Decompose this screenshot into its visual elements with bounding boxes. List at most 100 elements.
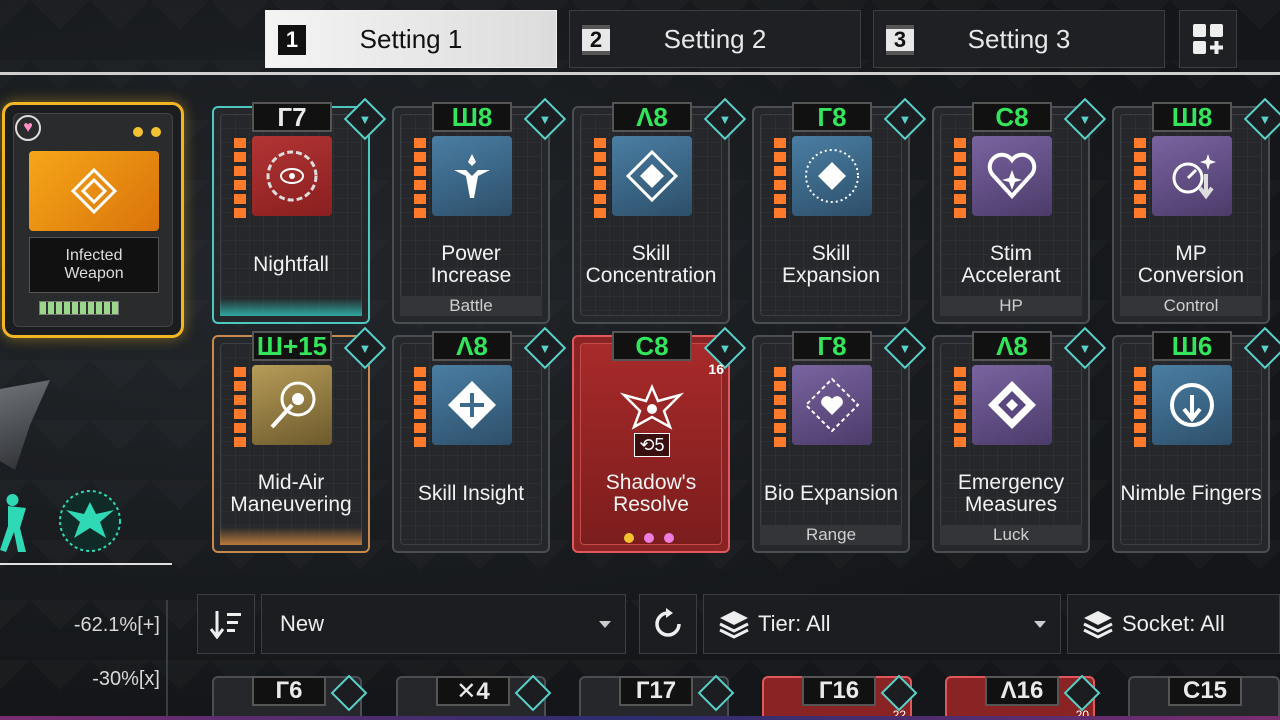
tab-label: Setting 3 [967, 23, 1071, 54]
tab-setting-3[interactable]: 3 Setting 3 [873, 10, 1165, 68]
inventory-card[interactable]: ✕4 [396, 674, 552, 720]
tier-filter-dropdown[interactable]: Tier: All [703, 594, 1061, 654]
inventory-card[interactable]: Г6 [212, 674, 368, 720]
sort-dropdown[interactable]: New [261, 594, 626, 654]
module-cost: ✕4 [436, 676, 510, 706]
capacity-meter [954, 367, 966, 447]
tab-setting-2[interactable]: 2 Setting 2 [569, 10, 861, 68]
sort-order-button[interactable] [197, 594, 255, 654]
diamond-cross-icon [432, 365, 512, 445]
module-cost: Λ16 [985, 676, 1059, 706]
bottom-accent-strip [0, 716, 1280, 720]
module-card-skill-insight[interactable]: Λ8 ▼ Skill Insight [392, 326, 567, 553]
module-cost: C8 [612, 331, 692, 361]
socket-icon [1063, 674, 1101, 712]
module-card-emergency-measures[interactable]: Λ8 ▼ Emergency Measures Luck [932, 326, 1107, 553]
gauge-arrow-icon [1152, 136, 1232, 216]
module-title: Nimble Fingers [1120, 482, 1262, 505]
tier-filter-label: Tier: All [758, 611, 831, 636]
module-card-skill-expansion[interactable]: Г8 ▼ Skill Expansion [752, 97, 927, 324]
trident-icon [432, 136, 512, 216]
add-setting-button[interactable] [1179, 10, 1237, 68]
socket-icon [330, 674, 368, 712]
module-card-power-increase[interactable]: Ш8 ▼ Power Increase Battle [392, 97, 567, 324]
sort-desc-icon [209, 611, 241, 639]
character-pose-icon[interactable] [0, 488, 34, 554]
diamond-nest-icon [972, 365, 1052, 445]
capacity-meter [234, 138, 246, 218]
module-title: Skill Concentration [585, 242, 717, 287]
stat-value: -62.1%[+] [73, 614, 160, 636]
module-title: Bio Expansion [763, 482, 899, 505]
capacity-meter [954, 138, 966, 218]
refresh-icon [655, 608, 681, 637]
socket-icon [514, 674, 552, 712]
module-cost: Г8 [792, 102, 872, 132]
socket-filter-dropdown[interactable]: Socket: All [1067, 594, 1280, 654]
weapon-card[interactable]: ♥ Infected Weapon [2, 102, 184, 338]
module-card-mid-air-maneuvering[interactable]: Ш+15 ▼ Mid-Air Maneuvering [212, 326, 387, 553]
inventory-card[interactable]: Λ16 20 [945, 674, 1101, 720]
module-cost: C8 [972, 102, 1052, 132]
capacity-meter [234, 367, 246, 447]
weapon-dots [133, 127, 161, 137]
capacity-meter [1134, 367, 1146, 447]
diamond-icon [612, 136, 692, 216]
module-cost: Г17 [619, 676, 693, 706]
capacity-meter [414, 367, 426, 447]
module-title: MP Conversion [1137, 242, 1245, 287]
layers-icon [1083, 611, 1113, 639]
module-title: Emergency Measures [957, 471, 1065, 516]
inventory-card[interactable]: Г16 22 [762, 674, 918, 720]
layers-icon [719, 611, 749, 639]
module-cost: Λ8 [972, 331, 1052, 361]
module-card-nightfall[interactable]: Г7 ▼ Nightfall [212, 97, 387, 324]
settings-tabs: 1 Setting 1 2 Setting 2 3 Setting 3 [0, 0, 1280, 76]
tab-setting-1[interactable]: 1 Setting 1 [265, 10, 557, 68]
divider [0, 563, 172, 565]
module-cost: Ш6 [1152, 331, 1232, 361]
socket-icon [697, 674, 735, 712]
circle-diamond-icon [792, 136, 872, 216]
socket-gems [624, 533, 674, 543]
grid-plus-icon [1193, 24, 1223, 54]
chevron-down-icon [599, 621, 611, 628]
inventory-card[interactable]: Г17 [579, 674, 735, 720]
module-title: Stim Accelerant [961, 242, 1061, 287]
socket-filter-label: Socket: All [1122, 611, 1225, 636]
module-card-shadows-resolve[interactable]: C8 ▼ 16 ⟲5 Shadow's Resolve [572, 326, 747, 553]
module-cost: Λ8 [432, 331, 512, 361]
heart-spark-icon [972, 136, 1052, 216]
heart-diamond-icon [792, 365, 872, 445]
module-cost: Г8 [792, 331, 872, 361]
module-card-mp-conversion[interactable]: Ш8 ▼ MP Conversion Control [1112, 97, 1280, 324]
tab-label: Setting 2 [663, 23, 767, 54]
module-title: Skill Expansion [781, 242, 881, 287]
socket-icon [880, 674, 918, 712]
capacity-meter [414, 138, 426, 218]
tabs-underline [0, 72, 1280, 75]
module-tag: HP [940, 296, 1082, 316]
module-card-skill-concentration[interactable]: Λ8 ▼ Skill Concentration [572, 97, 747, 324]
inventory-card[interactable]: C15 [1128, 676, 1280, 720]
module-title: Nightfall [253, 253, 329, 276]
timer-down-icon [1152, 365, 1232, 445]
module-card-stim-accelerant[interactable]: C8 ▼ Stim Accelerant HP [932, 97, 1107, 324]
module-level-badge: 16 [708, 361, 724, 377]
cooldown-badge: ⟲5 [634, 433, 670, 457]
heart-icon[interactable]: ♥ [15, 115, 41, 141]
tab-label: Setting 1 [359, 23, 463, 54]
phoenix-emblem-icon[interactable] [56, 488, 124, 554]
module-card-nimble-fingers[interactable]: Ш6 ▼ Nimble Fingers [1112, 326, 1280, 553]
weapon-emblem-icon [29, 151, 159, 231]
module-cost: Г16 [802, 676, 876, 706]
refresh-button[interactable] [639, 594, 697, 654]
module-cost: Λ8 [612, 102, 692, 132]
capacity-meter [1134, 138, 1146, 218]
module-cost: Ш8 [1152, 102, 1232, 132]
module-tag: Control [1120, 296, 1262, 316]
capacity-meter [774, 138, 786, 218]
module-tag: Battle [400, 296, 542, 316]
tab-number: 2 [582, 25, 610, 55]
module-card-bio-expansion[interactable]: Г8 ▼ Bio Expansion Range [752, 326, 927, 553]
